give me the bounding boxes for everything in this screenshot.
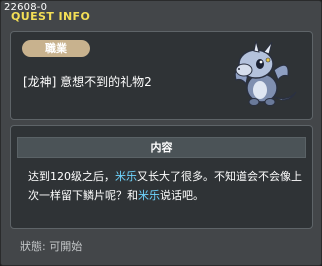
- window-title: QUEST INFO: [11, 10, 91, 23]
- description-text: 达到120级之后，: [28, 170, 115, 183]
- quest-description: 达到120级之后，米乐又长大了很多。不知道会不会像上次一样留下鳞片呢？和米乐说话…: [28, 167, 304, 205]
- description-text: 说话吧。: [160, 189, 204, 202]
- quest-status: 狀態: 可開始: [20, 240, 83, 253]
- job-badge: 職業: [22, 40, 90, 57]
- quest-content-panel: 内容 达到120级之后，米乐又长大了很多。不知道会不会像上次一样留下鳞片呢？和米…: [10, 125, 313, 229]
- quest-name: [龙神] 意想不到的礼物2: [23, 75, 152, 89]
- quest-summary-panel: 職業 [龙神] 意想不到的礼物2: [10, 31, 313, 120]
- npc-name-highlight: 米乐: [138, 189, 160, 202]
- npc-name-highlight: 米乐: [115, 170, 137, 183]
- content-header: 内容: [17, 137, 306, 158]
- quest-info-window: 22608-0 QUEST INFO 職業 [龙神] 意想不到的礼物2 内容 达…: [0, 0, 322, 266]
- baby-dragon-icon: [234, 40, 297, 106]
